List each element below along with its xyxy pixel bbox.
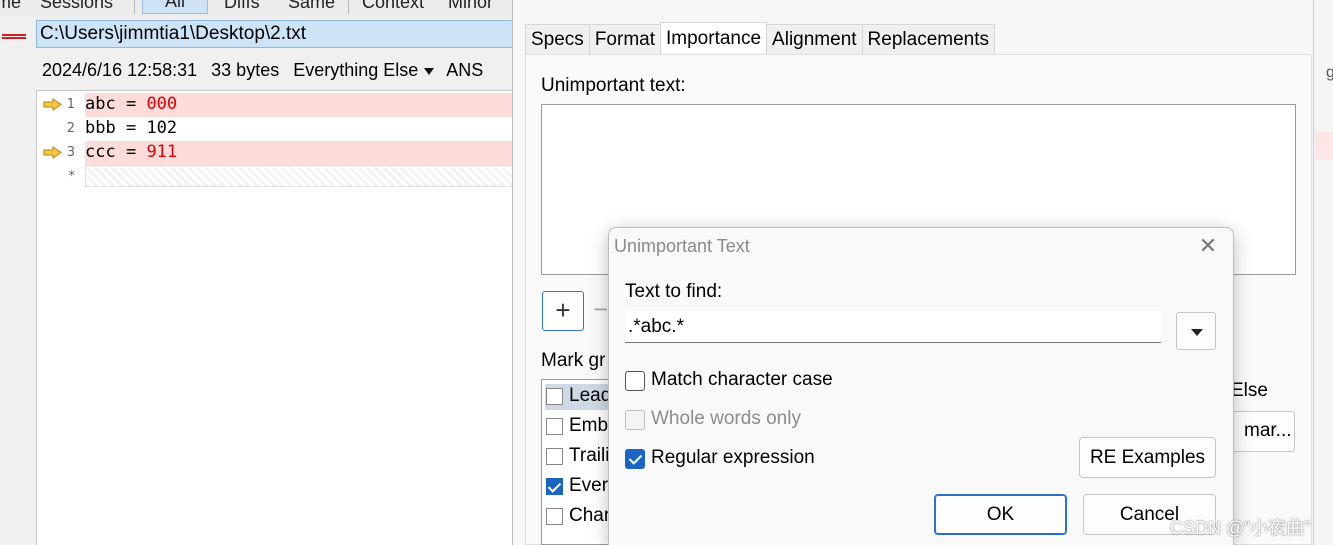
toolbar-separator bbox=[348, 0, 349, 14]
file-size: 33 bytes bbox=[211, 60, 280, 80]
line-gutter: 3 bbox=[37, 141, 85, 165]
editor-line[interactable]: 1 abc = 000 bbox=[37, 93, 521, 117]
checkbox-checked[interactable] bbox=[625, 449, 645, 469]
editor-line-empty[interactable]: * bbox=[37, 165, 521, 189]
toolbar-separator bbox=[134, 0, 135, 14]
checkbox[interactable] bbox=[625, 371, 645, 391]
line-gutter: 2 bbox=[37, 117, 85, 141]
tab-replacements[interactable]: Replacements bbox=[861, 24, 995, 54]
arrow-right-icon bbox=[43, 98, 62, 111]
re-examples-button[interactable]: RE Examples bbox=[1079, 437, 1216, 478]
text-editor[interactable]: 1 abc = 000 2 bbb = 102 3 ccc = 911 * bbox=[36, 90, 521, 545]
history-dropdown-button[interactable] bbox=[1176, 312, 1216, 350]
checkbox[interactable] bbox=[546, 448, 563, 465]
file-info-bar: 2024/6/16 12:58:31 33 bytes Everything Els… bbox=[42, 60, 520, 86]
editor-line[interactable]: 2 bbb = 102 bbox=[37, 117, 521, 141]
file-datetime: 2024/6/16 12:58:31 bbox=[42, 60, 198, 80]
background-text-fragment: g bbox=[1326, 64, 1333, 81]
grammar-else-label: Else bbox=[1231, 380, 1268, 401]
dialog-title: Unimportant Text bbox=[614, 236, 750, 256]
toolbar-item-name[interactable]: me bbox=[0, 0, 21, 13]
path-row: C:\Users\jimmtia1\Desktop\2.txt bbox=[0, 18, 520, 50]
checkbox[interactable] bbox=[546, 388, 563, 405]
tab-alignment[interactable]: Alignment bbox=[766, 24, 863, 54]
editor-line[interactable]: 3 ccc = 911 bbox=[37, 141, 521, 165]
whole-words-label: Whole words only bbox=[651, 408, 801, 429]
checkbox-disabled bbox=[625, 410, 645, 430]
tab-specs[interactable]: Specs bbox=[525, 24, 590, 54]
regular-expression-label: Regular expression bbox=[651, 447, 815, 468]
background-window-edge: g bbox=[1313, 0, 1333, 545]
line-text: ccc = 911 bbox=[85, 142, 178, 162]
checkbox[interactable] bbox=[546, 508, 563, 525]
diff-marker-icon bbox=[2, 34, 26, 39]
line-number: * bbox=[68, 169, 76, 184]
arrow-right-icon bbox=[43, 146, 62, 159]
toolbar-diffs-button[interactable]: Diffs bbox=[224, 0, 260, 13]
text-to-find-input[interactable] bbox=[625, 311, 1161, 343]
unimportant-text-label: Unimportant text: bbox=[541, 75, 686, 96]
file-encoding[interactable]: ANS bbox=[446, 60, 483, 80]
toolbar: me Sessions All Diffs Same Context Minor bbox=[0, 0, 520, 16]
ok-button[interactable]: OK bbox=[934, 494, 1067, 535]
add-button[interactable]: + bbox=[542, 291, 584, 331]
settings-tabs: Specs Format Importance Alignment Replac… bbox=[525, 22, 995, 54]
match-case-label: Match character case bbox=[651, 369, 833, 390]
tab-format[interactable]: Format bbox=[588, 24, 661, 54]
chevron-down-icon[interactable] bbox=[424, 67, 435, 75]
line-gutter: * bbox=[37, 165, 85, 189]
line-text: bbb = 102 bbox=[85, 118, 178, 138]
diff-value: 911 bbox=[146, 142, 178, 162]
toolbar-same-button[interactable]: Same bbox=[288, 0, 335, 13]
line-number: 1 bbox=[66, 97, 75, 112]
line-text: abc = 000 bbox=[85, 94, 178, 114]
toolbar-minor-button[interactable]: Minor bbox=[448, 0, 493, 13]
line-number: 3 bbox=[66, 145, 75, 160]
empty-line-placeholder bbox=[85, 165, 521, 187]
file-path-field[interactable]: C:\Users\jimmtia1\Desktop\2.txt bbox=[36, 20, 520, 48]
line-number: 2 bbox=[66, 121, 75, 136]
file-format-select[interactable]: Everything Else bbox=[293, 60, 418, 80]
mark-grammar-label: Mark gr bbox=[541, 350, 606, 371]
toolbar-context-button[interactable]: Context bbox=[362, 0, 424, 13]
text-to-find-label: Text to find: bbox=[625, 281, 723, 302]
close-icon[interactable]: ✕ bbox=[1197, 235, 1219, 257]
unimportant-text-dialog: Unimportant Text ✕ Text to find: Match c… bbox=[608, 227, 1234, 545]
diff-value: 000 bbox=[146, 94, 178, 114]
tab-importance[interactable]: Importance bbox=[660, 22, 768, 53]
toolbar-all-button[interactable]: All bbox=[142, 0, 209, 14]
watermark: CSDN @“小夜曲” bbox=[1170, 518, 1311, 538]
line-gutter: 1 bbox=[37, 93, 85, 117]
diff-row-fragment bbox=[1315, 132, 1333, 160]
checkbox-checked[interactable] bbox=[546, 478, 563, 495]
checkbox[interactable] bbox=[546, 418, 563, 435]
toolbar-sessions[interactable]: Sessions bbox=[40, 0, 113, 13]
